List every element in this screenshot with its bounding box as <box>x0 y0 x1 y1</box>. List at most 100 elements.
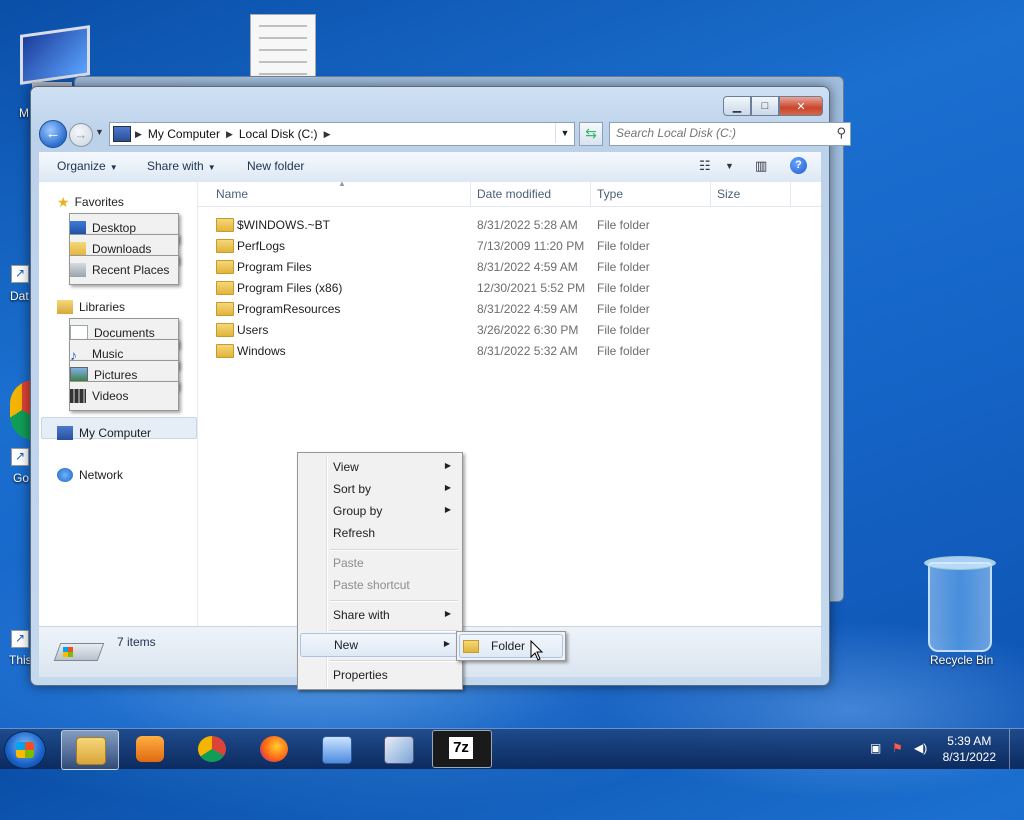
desktop-shortcut-label[interactable]: This <box>9 653 32 667</box>
control-panel-icon <box>322 736 352 764</box>
menu-item-new[interactable]: New ▶ <box>300 633 460 657</box>
preview-pane-icon[interactable]: ▥ <box>755 158 767 174</box>
nav-libraries-label: Libraries <box>79 300 126 314</box>
minimize-button[interactable]: ▁ <box>723 96 751 116</box>
share-with-button[interactable]: Share with ▼ <box>147 159 216 173</box>
column-divider[interactable] <box>790 182 791 206</box>
menu-item-paste[interactable]: Paste <box>300 552 460 574</box>
volume-icon[interactable]: ◀) <box>914 741 928 755</box>
taskbar-7zip[interactable]: 7z <box>432 730 492 768</box>
column-divider[interactable] <box>710 182 711 206</box>
menu-item-sort-by[interactable]: Sort by ▶ <box>300 478 460 500</box>
system-tray: ▣ ⚑ ◀) 5:39 AM 8/31/2022 <box>854 729 1024 769</box>
network-tray-icon[interactable]: ▣ <box>870 741 884 755</box>
menu-item-paste-shortcut[interactable]: Paste shortcut <box>300 574 460 596</box>
back-button[interactable]: ← <box>39 120 67 148</box>
nav-downloads-label: Downloads <box>92 242 152 256</box>
table-row[interactable]: Users 3/26/2022 6:30 PM File folder <box>198 320 821 341</box>
nav-my-computer-label: My Computer <box>79 426 152 440</box>
search-input[interactable] <box>610 123 832 143</box>
context-menu[interactable]: View ▶ Sort by ▶ Group by ▶ Refresh Paste P… <box>297 452 463 690</box>
menu-item-label: Properties <box>333 668 388 682</box>
show-desktop-button[interactable] <box>1009 729 1024 769</box>
menu-item-group-by[interactable]: Group by ▶ <box>300 500 460 522</box>
submenu-arrow-icon: ▶ <box>444 609 451 618</box>
shortcut-arrow-icon: ↗ <box>11 630 29 648</box>
column-name[interactable]: Name <box>216 187 248 201</box>
nav-documents-label: Documents <box>94 326 155 340</box>
folder-icon <box>216 323 234 337</box>
new-submenu[interactable]: Folder <box>456 631 566 661</box>
view-dropdown-icon[interactable]: ▼ <box>725 161 734 171</box>
change-view-icon[interactable]: ☷ <box>699 158 711 174</box>
windows-logo-icon <box>16 742 34 758</box>
table-row[interactable]: PerfLogs 7/13/2009 11:20 PM File folder <box>198 236 821 257</box>
taskbar-chrome[interactable] <box>184 730 240 768</box>
row-name: PerfLogs <box>237 239 286 253</box>
breadcrumb-chevron-icon[interactable]: ▶ <box>135 129 142 140</box>
nav-network[interactable]: Network <box>57 465 123 485</box>
forward-button[interactable]: → <box>69 123 93 147</box>
column-size[interactable]: Size <box>717 187 740 201</box>
text-file-desktop-icon[interactable] <box>250 14 316 78</box>
column-divider[interactable] <box>590 182 591 206</box>
address-bar[interactable]: ▶ My Computer ▶ Local Disk (C:) ▶ ▼ <box>109 122 575 146</box>
nav-libraries[interactable]: Libraries <box>57 297 125 317</box>
menu-item-label: Refresh <box>333 526 376 540</box>
taskbar-explorer[interactable] <box>61 730 119 770</box>
menu-item-refresh[interactable]: Refresh <box>300 522 460 544</box>
row-name: Users <box>237 323 269 337</box>
taskbar-media-player[interactable] <box>122 730 178 768</box>
search-icon[interactable]: ⚲ <box>836 125 846 141</box>
downloads-folder-icon <box>70 242 86 256</box>
desktop-shortcut-label[interactable]: Dat <box>10 289 29 303</box>
clock[interactable]: 5:39 AM 8/31/2022 <box>943 733 996 765</box>
recent-pages-dropdown-icon[interactable]: ▼ <box>95 127 104 137</box>
search-box[interactable]: ⚲ <box>609 122 851 146</box>
table-row[interactable]: ProgramResources 8/31/2022 4:59 AM File fo… <box>198 299 821 320</box>
nav-my-computer[interactable]: My Computer <box>57 423 151 443</box>
menu-item-properties[interactable]: Properties <box>300 664 460 686</box>
table-row[interactable]: Program Files (x86) 12/30/2021 5:52 PM Fil… <box>198 278 821 299</box>
taskbar-control-panel[interactable] <box>308 730 364 768</box>
help-icon[interactable]: ? <box>790 157 807 174</box>
row-type: File folder <box>597 260 650 274</box>
table-row[interactable]: Program Files 8/31/2022 4:59 AM File folde… <box>198 257 821 278</box>
nav-favorites[interactable]: ★ Favorites <box>57 192 124 212</box>
organize-button[interactable]: Organize ▼ <box>57 159 118 173</box>
desktop-shortcut-label[interactable]: Go <box>13 471 29 485</box>
column-type[interactable]: Type <box>597 187 623 201</box>
column-date-modified[interactable]: Date modified <box>477 187 551 201</box>
menu-item-share-with[interactable]: Share with ▶ <box>300 604 460 626</box>
address-dropdown-icon[interactable]: ▼ <box>555 123 574 143</box>
caption-buttons: ▁ □ ✕ <box>723 96 823 116</box>
breadcrumb-chevron-icon[interactable]: ▶ <box>324 129 331 140</box>
start-button[interactable] <box>4 731 46 769</box>
recycle-bin-icon[interactable] <box>922 556 996 652</box>
action-center-icon[interactable]: ⚑ <box>892 741 906 755</box>
chevron-down-icon: ▼ <box>207 163 216 172</box>
navigation-pane[interactable]: ★ Favorites Desktop Downloads Recent Plac… <box>39 182 198 626</box>
recycle-bin-label[interactable]: Recycle Bin <box>930 653 993 667</box>
taskbar-firefox[interactable] <box>246 730 302 768</box>
close-button[interactable]: ✕ <box>779 96 823 116</box>
hard-drive-icon <box>53 639 105 667</box>
file-list[interactable]: ▲ Name Date modified Type Size $WINDOWS.… <box>198 179 821 626</box>
taskbar-app[interactable] <box>370 730 426 768</box>
breadcrumb-chevron-icon[interactable]: ▶ <box>226 129 233 140</box>
maximize-button[interactable]: □ <box>751 96 779 116</box>
firefox-icon <box>260 736 288 762</box>
menu-separator <box>330 600 458 602</box>
column-divider[interactable] <box>470 182 471 206</box>
menu-item-view[interactable]: View ▶ <box>300 456 460 478</box>
nav-videos[interactable]: Videos <box>69 381 179 411</box>
folder-icon <box>216 239 234 253</box>
breadcrumb-my-computer[interactable]: My Computer <box>148 127 220 141</box>
computer-desktop-label[interactable]: M <box>19 106 29 120</box>
table-row[interactable]: $WINDOWS.~BT 8/31/2022 5:28 AM File folder <box>198 215 821 236</box>
breadcrumb-local-disk[interactable]: Local Disk (C:) <box>239 127 318 141</box>
refresh-button[interactable]: ⇆ <box>579 122 603 146</box>
nav-recent-places[interactable]: Recent Places <box>69 255 179 285</box>
new-folder-button[interactable]: New folder <box>247 159 304 173</box>
table-row[interactable]: Windows 8/31/2022 5:32 AM File folder <box>198 341 821 362</box>
